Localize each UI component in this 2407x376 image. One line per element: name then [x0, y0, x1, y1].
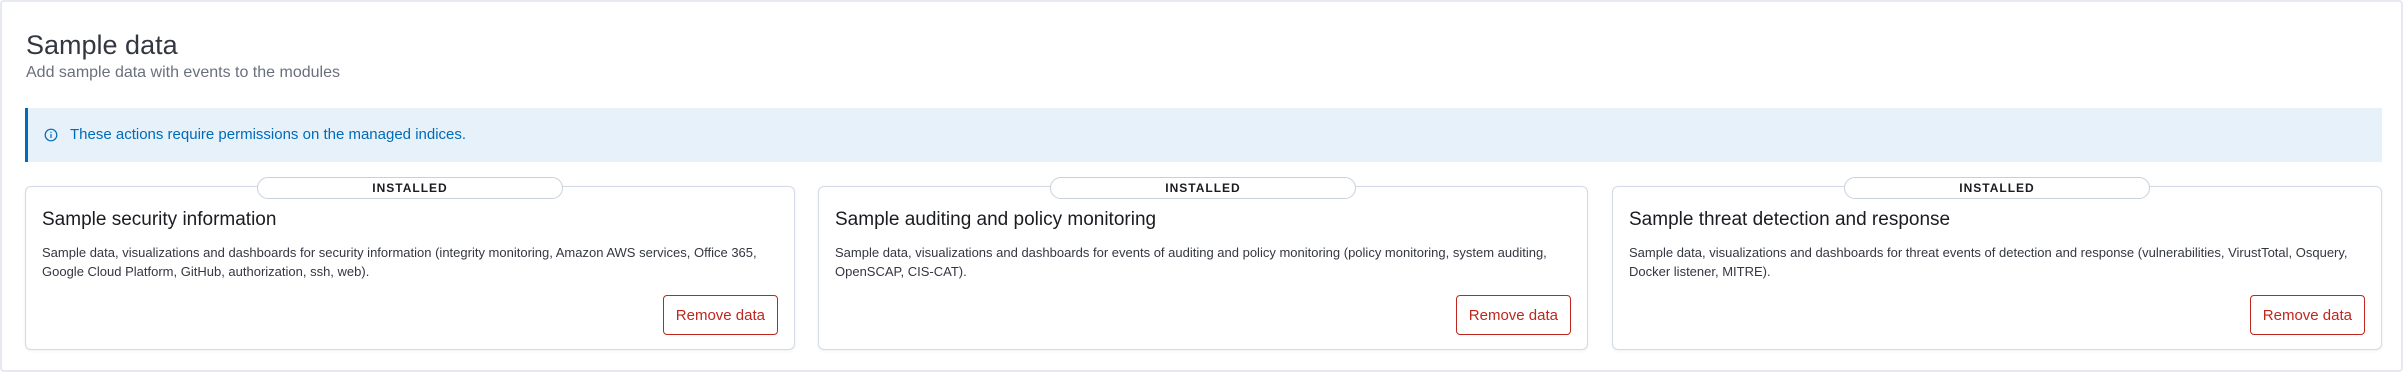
page-subtitle: Add sample data with events to the modul… — [26, 64, 340, 81]
callout-text: These actions require permissions on the… — [70, 126, 467, 143]
card-description: Sample data, visualizations and dashboar… — [835, 245, 1547, 279]
sample-data-cards: INSTALLED Sample security information Sa… — [25, 176, 2382, 352]
card-title: Sample auditing and policy monitoring — [835, 209, 1157, 230]
card-description: Sample data, visualizations and dashboar… — [1629, 245, 2348, 279]
installed-badge: INSTALLED — [1844, 177, 2150, 199]
info-icon — [44, 128, 58, 142]
installed-badge: INSTALLED — [1050, 177, 1356, 199]
card-security-information: INSTALLED Sample security information Sa… — [25, 177, 795, 350]
page-title: Sample data — [26, 30, 178, 60]
installed-badge: INSTALLED — [257, 177, 563, 199]
card-title: Sample security information — [42, 209, 277, 230]
sample-data-panel: Sample data Add sample data with events … — [0, 0, 2403, 372]
card-auditing-policy-monitoring: INSTALLED Sample auditing and policy mon… — [818, 177, 1588, 350]
remove-data-button[interactable]: Remove data — [662, 295, 778, 335]
remove-data-button[interactable]: Remove data — [1455, 295, 1571, 335]
card-description: Sample data, visualizations and dashboar… — [42, 245, 757, 279]
permissions-callout: These actions require permissions on the… — [25, 108, 2382, 162]
card-threat-detection-response: INSTALLED Sample threat detection and re… — [1612, 177, 2382, 350]
remove-data-button[interactable]: Remove data — [2249, 295, 2365, 335]
card-title: Sample threat detection and response — [1629, 209, 1951, 230]
